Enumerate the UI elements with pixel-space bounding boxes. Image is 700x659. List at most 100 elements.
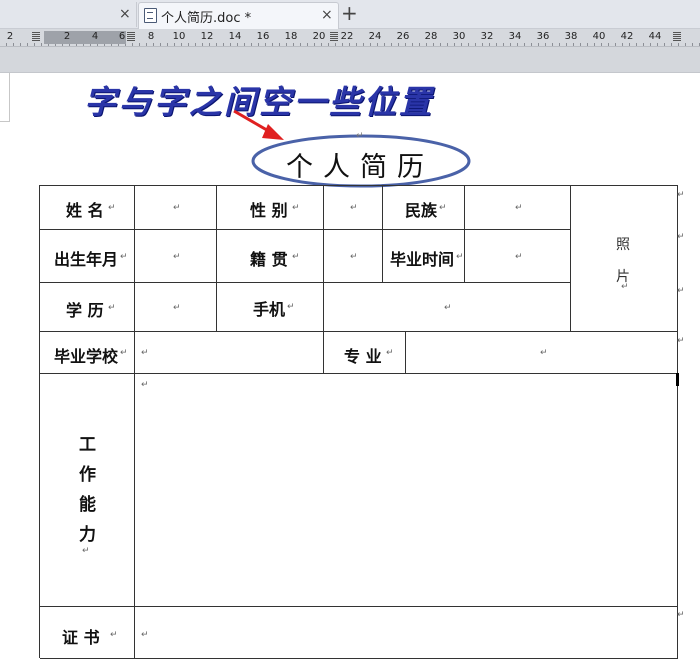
label-ethnicity: 民族 bbox=[405, 201, 438, 220]
ruler-number: 38 bbox=[564, 31, 578, 42]
label-work-ability: 作 bbox=[79, 465, 96, 485]
document-title[interactable]: 个人简历 bbox=[270, 145, 450, 184]
paragraph-mark: ↵ bbox=[82, 546, 90, 556]
ruler-margin-left bbox=[44, 31, 126, 44]
ruler-number: 32 bbox=[480, 31, 494, 42]
table-cell[interactable]: ↵ bbox=[324, 283, 571, 332]
photo-cell[interactable]: 照 片 ↵ bbox=[571, 186, 678, 332]
label-certificate: 证 书 bbox=[62, 628, 100, 647]
ruler-number: 2 bbox=[63, 31, 71, 42]
paragraph-mark: ↵ bbox=[173, 303, 181, 313]
table-cell[interactable]: 手机 ↵ bbox=[217, 283, 324, 332]
table-cell[interactable]: 籍 贯 ↵ bbox=[217, 230, 324, 283]
label-work-ability: 工 bbox=[79, 435, 96, 455]
paragraph-mark: ↵ bbox=[120, 348, 128, 358]
paragraph-mark: ↵ bbox=[621, 282, 629, 292]
ruler-number: 4 bbox=[91, 31, 99, 42]
row-end-mark: ↵ bbox=[677, 610, 685, 620]
paragraph-mark: ↵ bbox=[173, 203, 181, 213]
paragraph-mark: ↵ bbox=[350, 203, 358, 213]
paragraph-mark: ↵ bbox=[540, 348, 548, 358]
paragraph-mark: ↵ bbox=[515, 203, 523, 213]
ruler-number: 36 bbox=[536, 31, 550, 42]
ruler-number: 22 bbox=[340, 31, 354, 42]
tab-active-document[interactable]: 个人简历.doc * × bbox=[138, 2, 339, 29]
table-cell[interactable]: 毕业时间 ↵ bbox=[383, 230, 465, 283]
ruler-number: 12 bbox=[200, 31, 214, 42]
label-work-ability: 力 bbox=[79, 525, 96, 545]
ruler-number: 26 bbox=[396, 31, 410, 42]
paragraph-mark: ↵ bbox=[110, 630, 118, 640]
table-cell[interactable]: 性 别 ↵ bbox=[217, 186, 324, 230]
label-education: 学 历 bbox=[66, 301, 104, 320]
page-corner-marker bbox=[0, 73, 10, 122]
ruler-number: 30 bbox=[452, 31, 466, 42]
paragraph-mark: ↵ bbox=[108, 203, 116, 213]
ruler-indent-marker[interactable] bbox=[673, 32, 681, 41]
label-name: 姓 名 bbox=[66, 201, 104, 220]
tab-bar: × 个人简历.doc * × + bbox=[0, 0, 700, 29]
paragraph-mark: ↵ bbox=[292, 203, 300, 213]
text-cursor bbox=[676, 373, 679, 386]
label-birth: 出生年月 bbox=[54, 250, 119, 269]
ruler-number: 2 bbox=[6, 31, 14, 42]
paragraph-mark: ↵ bbox=[141, 380, 149, 390]
table-cell[interactable]: 民族 ↵ bbox=[383, 186, 465, 230]
document-icon bbox=[144, 8, 157, 23]
table-cell[interactable]: 学 历 ↵ bbox=[40, 283, 135, 332]
paragraph-mark: ↵ bbox=[350, 252, 358, 262]
table-cell[interactable]: 证 书 ↵ bbox=[40, 607, 135, 659]
paragraph-mark: ↵ bbox=[120, 252, 128, 262]
paragraph-mark: ↵ bbox=[108, 303, 116, 313]
ruler-number: 16 bbox=[256, 31, 270, 42]
table-cell[interactable]: 姓 名 ↵ bbox=[40, 186, 135, 230]
ruler-number: 18 bbox=[284, 31, 298, 42]
table-cell[interactable]: ↵ bbox=[406, 332, 678, 374]
row-end-mark: ↵ bbox=[677, 336, 685, 346]
ruler-number: 10 bbox=[172, 31, 186, 42]
label-work-ability: 能 bbox=[79, 495, 96, 515]
table-cell[interactable]: ↵ bbox=[135, 230, 217, 283]
paragraph-mark: ↵ bbox=[515, 252, 523, 262]
ruler-number: 42 bbox=[620, 31, 634, 42]
table-cell[interactable]: ↵ bbox=[465, 186, 571, 230]
table-cell[interactable]: 工 作 能 力 ↵ bbox=[40, 374, 135, 607]
close-tab-icon[interactable]: × bbox=[321, 7, 333, 23]
paragraph-mark: ↵ bbox=[173, 252, 181, 262]
ruler-number: 28 bbox=[424, 31, 438, 42]
paragraph-mark: ↵ bbox=[141, 630, 149, 640]
ruler-indent-marker[interactable] bbox=[127, 32, 135, 41]
paragraph-mark: ↵ bbox=[292, 252, 300, 262]
label-grad-time: 毕业时间 bbox=[390, 250, 455, 269]
horizontal-ruler[interactable]: 2 2 4 6 8 10 12 14 16 18 20 22 24 26 28 … bbox=[0, 29, 700, 47]
table-cell[interactable]: ↵ bbox=[465, 230, 571, 283]
table-cell[interactable]: ↵ bbox=[135, 607, 678, 659]
close-tab-icon[interactable]: × bbox=[119, 6, 131, 22]
paragraph-mark: ↵ bbox=[439, 203, 447, 213]
ruler-number: 14 bbox=[228, 31, 242, 42]
table-cell[interactable]: ↵ bbox=[135, 332, 324, 374]
label-photo: 照 bbox=[616, 237, 630, 253]
paragraph-mark: ↵ bbox=[287, 302, 295, 312]
ruler-indent-marker[interactable] bbox=[330, 32, 338, 41]
table-cell[interactable]: ↵ bbox=[135, 374, 678, 607]
ruler-number: 8 bbox=[147, 31, 155, 42]
table-cell[interactable]: 毕业学校 ↵ bbox=[40, 332, 135, 374]
paragraph-mark: ↵ bbox=[456, 252, 464, 262]
table-cell[interactable]: ↵ bbox=[135, 283, 217, 332]
table-cell[interactable]: ↵ bbox=[135, 186, 217, 230]
ruler-number: 44 bbox=[648, 31, 662, 42]
paragraph-mark: ↵ bbox=[356, 131, 364, 141]
table-cell[interactable]: 出生年月 ↵ bbox=[40, 230, 135, 283]
tab-previous-document[interactable]: × bbox=[0, 2, 137, 27]
new-tab-button[interactable]: + bbox=[341, 2, 358, 24]
label-native-place: 籍 贯 bbox=[250, 250, 288, 269]
table-cell[interactable]: 专 业 ↵ bbox=[324, 332, 406, 374]
row-end-mark: ↵ bbox=[677, 286, 685, 296]
ruler-number: 40 bbox=[592, 31, 606, 42]
paragraph-mark: ↵ bbox=[386, 348, 394, 358]
label-school: 毕业学校 bbox=[54, 347, 119, 366]
table-cell[interactable]: ↵ bbox=[324, 230, 383, 283]
ruler-indent-marker[interactable] bbox=[32, 32, 40, 41]
table-cell[interactable]: ↵ bbox=[324, 186, 383, 230]
